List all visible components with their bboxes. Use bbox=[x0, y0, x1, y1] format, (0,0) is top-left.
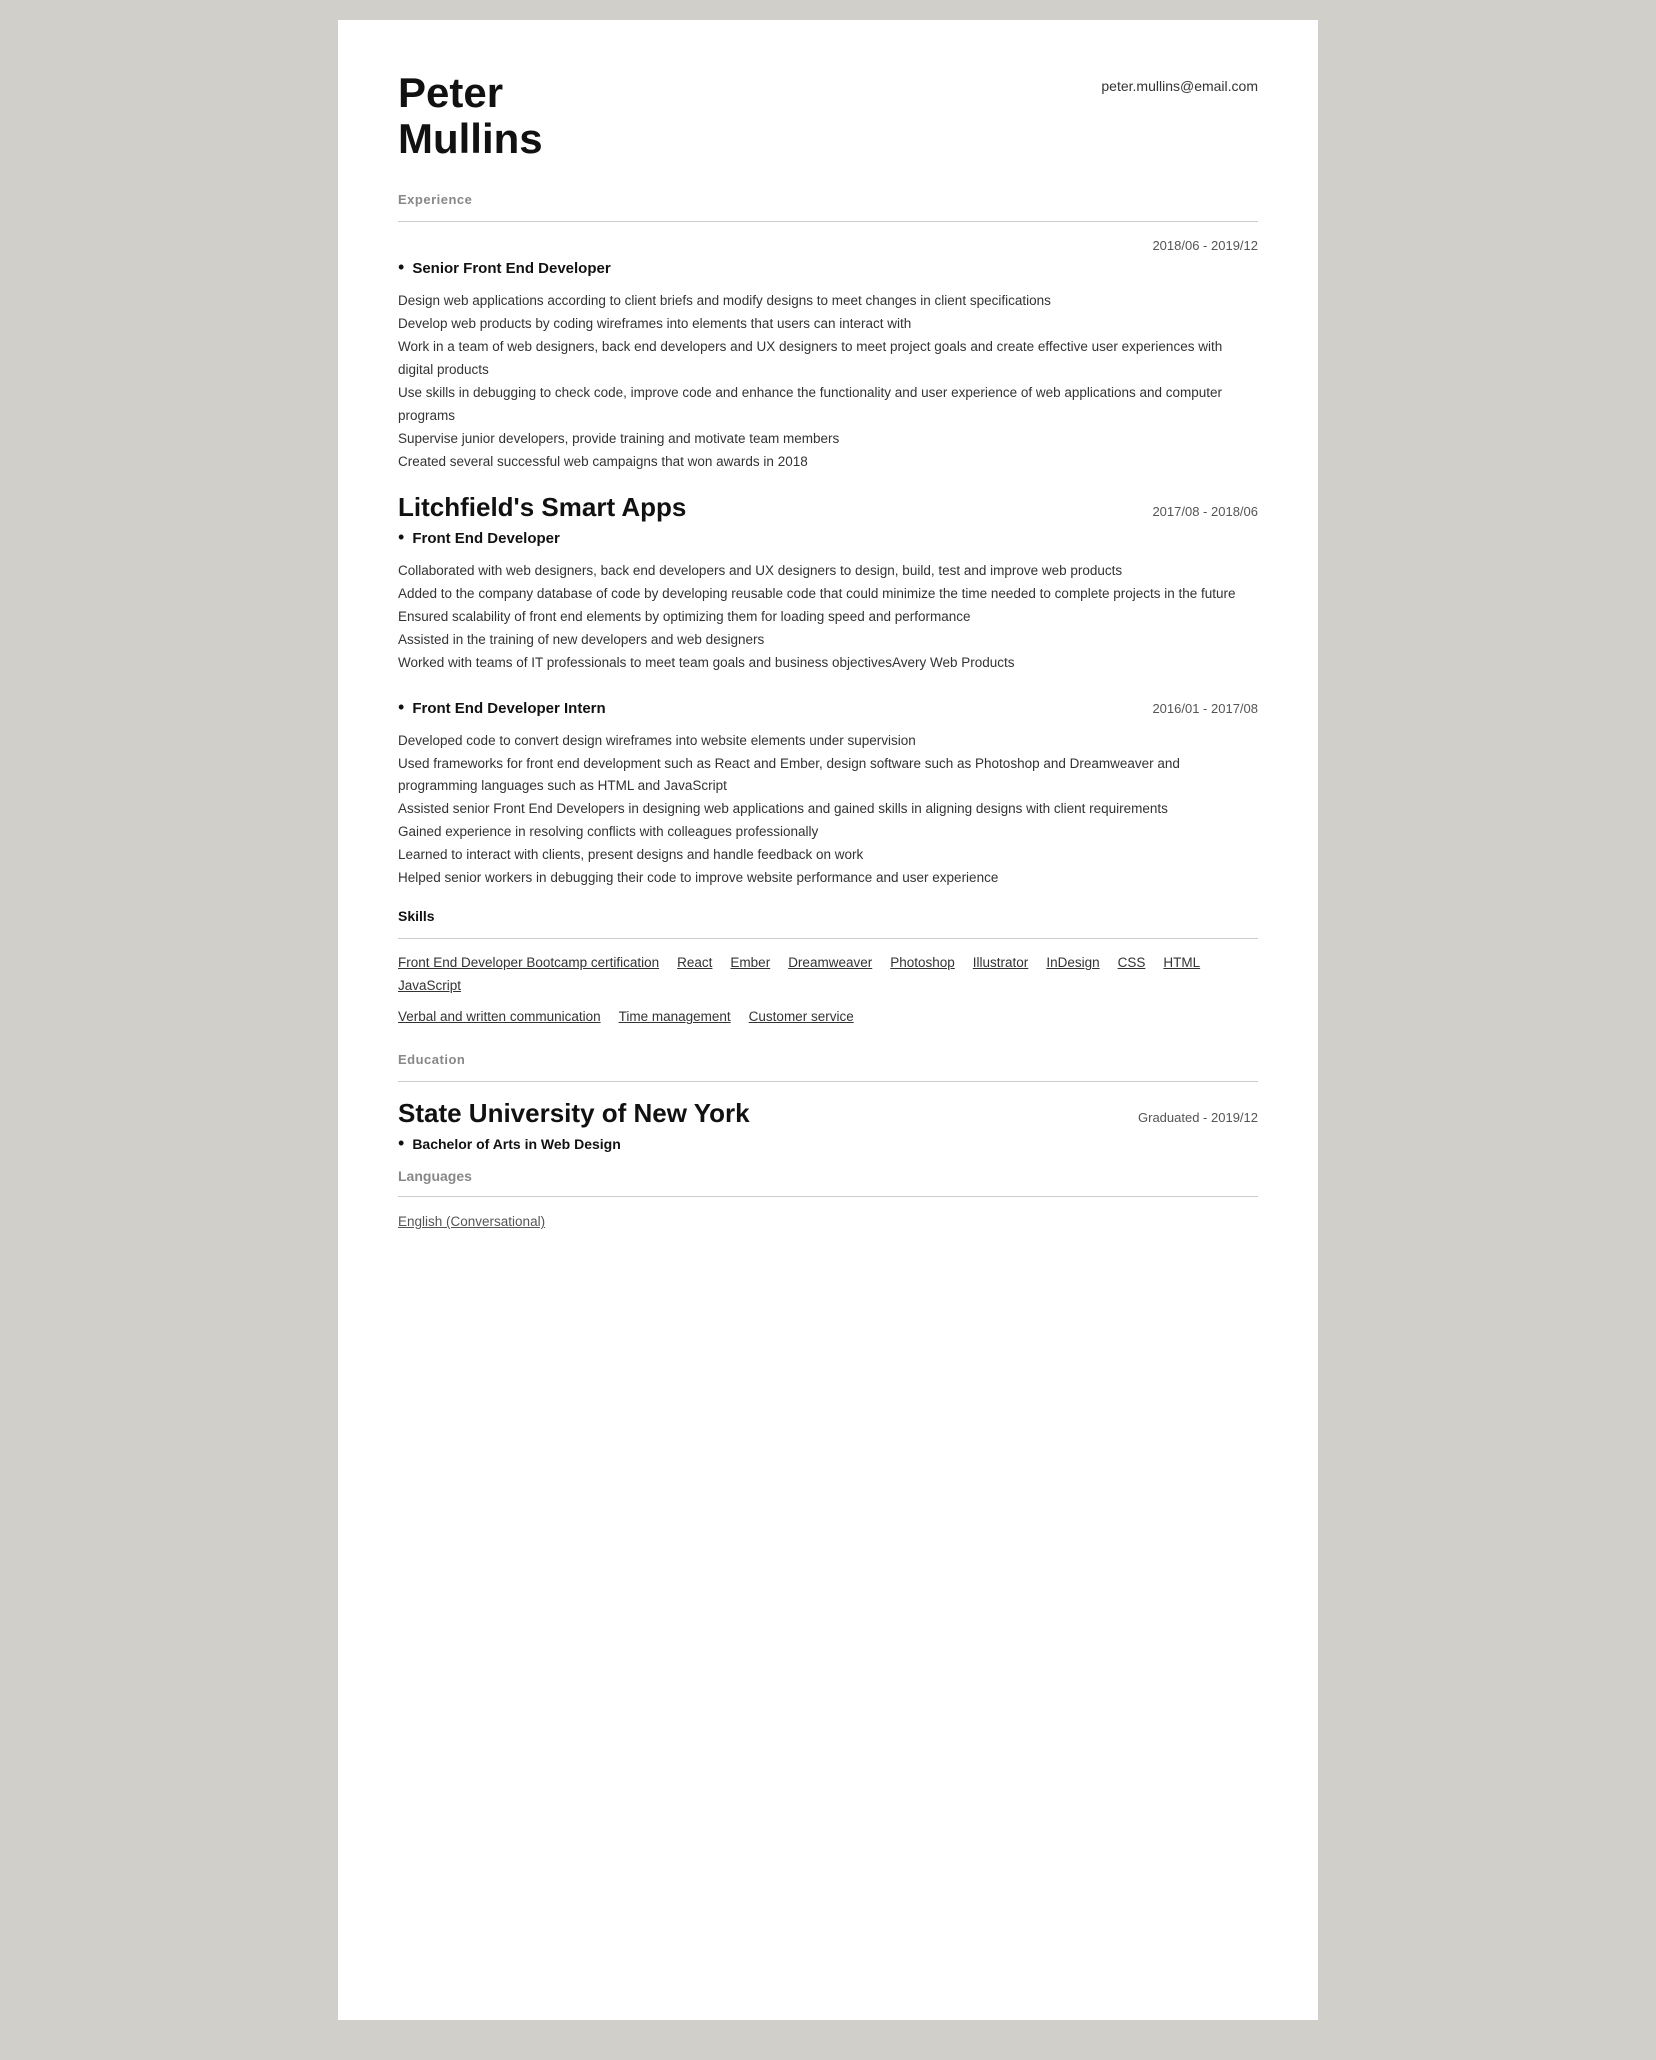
job-entry-2: Litchfield's Smart Apps 2017/08 - 2018/0… bbox=[398, 492, 1258, 675]
job3-desc-6: Helped senior workers in debugging their… bbox=[398, 867, 1258, 890]
name-block: Peter Mullins bbox=[398, 70, 543, 162]
skill-item-2: React bbox=[677, 955, 712, 970]
degree-bullet: • bbox=[398, 1133, 404, 1154]
job2-desc-4: Assisted in the training of new develope… bbox=[398, 629, 1258, 652]
education-divider bbox=[398, 1081, 1258, 1082]
languages-divider bbox=[398, 1196, 1258, 1197]
company2-name: Litchfield's Smart Apps bbox=[398, 492, 686, 523]
job3-title: Front End Developer Intern bbox=[412, 700, 605, 717]
skill-item-7: InDesign bbox=[1046, 955, 1099, 970]
job3-title-row: • Front End Developer Intern bbox=[398, 697, 606, 718]
resume-header: Peter Mullins peter.mullins@email.com bbox=[398, 70, 1258, 162]
job2-date: 2017/08 - 2018/06 bbox=[1152, 504, 1258, 519]
job3-date: 2016/01 - 2017/08 bbox=[1152, 701, 1258, 716]
skills-row-2: Verbal and written communication Time ma… bbox=[398, 1009, 1258, 1032]
job1-desc-4: Use skills in debugging to check code, i… bbox=[398, 382, 1258, 428]
job2-desc-5: Worked with teams of IT professionals to… bbox=[398, 652, 1258, 675]
languages-label: Languages bbox=[398, 1168, 1258, 1184]
education-section: Education State University of New York G… bbox=[398, 1052, 1258, 1231]
job1-desc-2: Develop web products by coding wireframe… bbox=[398, 313, 1258, 336]
bullet-icon-3: • bbox=[398, 697, 404, 718]
skill-item-13: Customer service bbox=[749, 1009, 854, 1024]
job1-title-row: • Senior Front End Developer bbox=[398, 257, 1258, 278]
university-header: State University of New York Graduated -… bbox=[398, 1098, 1258, 1129]
job2-descriptions: Collaborated with web designers, back en… bbox=[398, 560, 1258, 675]
job-entry-1: 2018/06 - 2019/12 • Senior Front End Dev… bbox=[398, 238, 1258, 474]
education-section-label: Education bbox=[398, 1052, 1258, 1067]
job1-desc-5: Supervise junior developers, provide tra… bbox=[398, 428, 1258, 451]
skill-item-9: HTML bbox=[1163, 955, 1200, 970]
skill-item-1: Front End Developer Bootcamp certificati… bbox=[398, 955, 659, 970]
skills-section: Skills Front End Developer Bootcamp cert… bbox=[398, 908, 1258, 1032]
bullet-icon: • bbox=[398, 257, 404, 278]
job1-descriptions: Design web applications according to cli… bbox=[398, 290, 1258, 474]
job3-header: • Front End Developer Intern 2016/01 - 2… bbox=[398, 693, 1258, 718]
job1-header: 2018/06 - 2019/12 bbox=[398, 238, 1258, 253]
skills-row-1: Front End Developer Bootcamp certificati… bbox=[398, 955, 1258, 1001]
job3-desc-5: Learned to interact with clients, presen… bbox=[398, 844, 1258, 867]
full-name: Peter Mullins bbox=[398, 70, 543, 162]
job1-desc-1: Design web applications according to cli… bbox=[398, 290, 1258, 313]
skills-divider bbox=[398, 938, 1258, 939]
degree-row: • Bachelor of Arts in Web Design bbox=[398, 1133, 1258, 1154]
job1-desc-6: Created several successful web campaigns… bbox=[398, 451, 1258, 474]
language-list: English (Conversational) bbox=[398, 1213, 1258, 1231]
skills-section-label: Skills bbox=[398, 908, 1258, 924]
bullet-icon-2: • bbox=[398, 527, 404, 548]
job-entry-3: • Front End Developer Intern 2016/01 - 2… bbox=[398, 693, 1258, 891]
experience-section-label: Experience bbox=[398, 192, 1258, 207]
language-item-1: English (Conversational) bbox=[398, 1214, 545, 1229]
skill-item-12: Time management bbox=[619, 1009, 731, 1024]
job2-title: Front End Developer bbox=[412, 530, 560, 547]
skill-item-10: JavaScript bbox=[398, 978, 461, 993]
experience-divider bbox=[398, 221, 1258, 222]
job2-desc-2: Added to the company database of code by… bbox=[398, 583, 1258, 606]
resume-page: Peter Mullins peter.mullins@email.com Ex… bbox=[338, 20, 1318, 2020]
skill-item-11: Verbal and written communication bbox=[398, 1009, 601, 1024]
skill-item-5: Photoshop bbox=[890, 955, 955, 970]
skill-item-8: CSS bbox=[1118, 955, 1146, 970]
job1-date: 2018/06 - 2019/12 bbox=[1152, 238, 1258, 253]
job2-desc-3: Ensured scalability of front end element… bbox=[398, 606, 1258, 629]
job2-desc-1: Collaborated with web designers, back en… bbox=[398, 560, 1258, 583]
job1-title: Senior Front End Developer bbox=[412, 260, 610, 277]
job3-desc-3: Assisted senior Front End Developers in … bbox=[398, 798, 1258, 821]
university-name: State University of New York bbox=[398, 1098, 750, 1129]
degree-title: Bachelor of Arts in Web Design bbox=[412, 1136, 620, 1152]
email-address: peter.mullins@email.com bbox=[1101, 78, 1258, 94]
skill-item-3: Ember bbox=[730, 955, 770, 970]
skill-item-6: Illustrator bbox=[973, 955, 1029, 970]
job2-header: Litchfield's Smart Apps 2017/08 - 2018/0… bbox=[398, 492, 1258, 523]
job3-desc-4: Gained experience in resolving conflicts… bbox=[398, 821, 1258, 844]
job3-desc-2: Used frameworks for front end developmen… bbox=[398, 753, 1258, 799]
job2-title-row: • Front End Developer bbox=[398, 527, 1258, 548]
skill-item-4: Dreamweaver bbox=[788, 955, 872, 970]
job3-descriptions: Developed code to convert design wirefra… bbox=[398, 730, 1258, 891]
education-date: Graduated - 2019/12 bbox=[1138, 1110, 1258, 1125]
job1-desc-3: Work in a team of web designers, back en… bbox=[398, 336, 1258, 382]
job3-desc-1: Developed code to convert design wirefra… bbox=[398, 730, 1258, 753]
